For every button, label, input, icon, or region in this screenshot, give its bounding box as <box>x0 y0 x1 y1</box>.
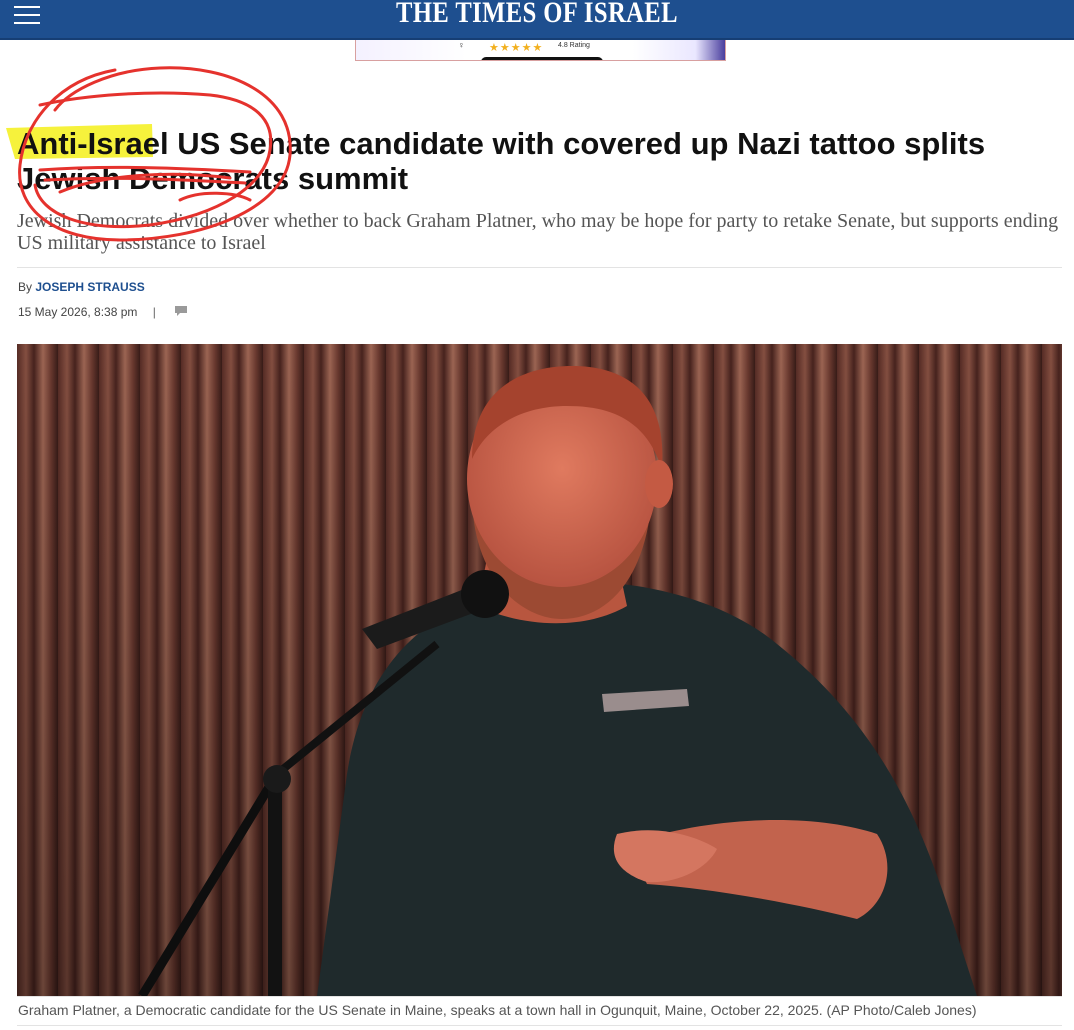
photo-illustration <box>17 344 1062 996</box>
dateline: 15 May 2026, 8:38 pm | <box>18 305 188 320</box>
date-separator: | <box>152 305 156 319</box>
photo-caption: Graham Platner, a Democratic candidate f… <box>18 1002 977 1018</box>
ad-cta-button[interactable] <box>481 57 603 60</box>
site-logo[interactable]: THE TIMES OF ISRAEL <box>97 0 978 30</box>
location-pin-icon: ♀ <box>458 40 465 50</box>
divider <box>17 267 1062 268</box>
byline-prefix: By <box>18 280 33 294</box>
publish-date: 15 May 2026, 8:38 pm <box>18 305 138 319</box>
article-photo[interactable] <box>17 344 1062 996</box>
author-link[interactable]: JOSEPH STRAUSS <box>35 280 144 294</box>
comment-icon[interactable] <box>174 305 188 320</box>
ad-banner[interactable]: ♀ ★★★★★ 4.8 Rating <box>355 40 726 61</box>
byline: By JOSEPH STRAUSS <box>18 280 145 294</box>
article-subhead: Jewish Democrats divided over whether to… <box>17 210 1059 254</box>
ad-star-rating: ★★★★★ <box>489 42 544 54</box>
hamburger-menu-icon[interactable] <box>14 3 40 25</box>
ad-rating-label: 4.8 Rating <box>558 42 590 49</box>
article-headline: Anti-Israel US Senate candidate with cov… <box>17 126 986 196</box>
photo-bottom-rule <box>17 996 1062 997</box>
caption-divider <box>17 1025 1062 1026</box>
site-header: THE TIMES OF ISRAEL <box>0 0 1074 40</box>
